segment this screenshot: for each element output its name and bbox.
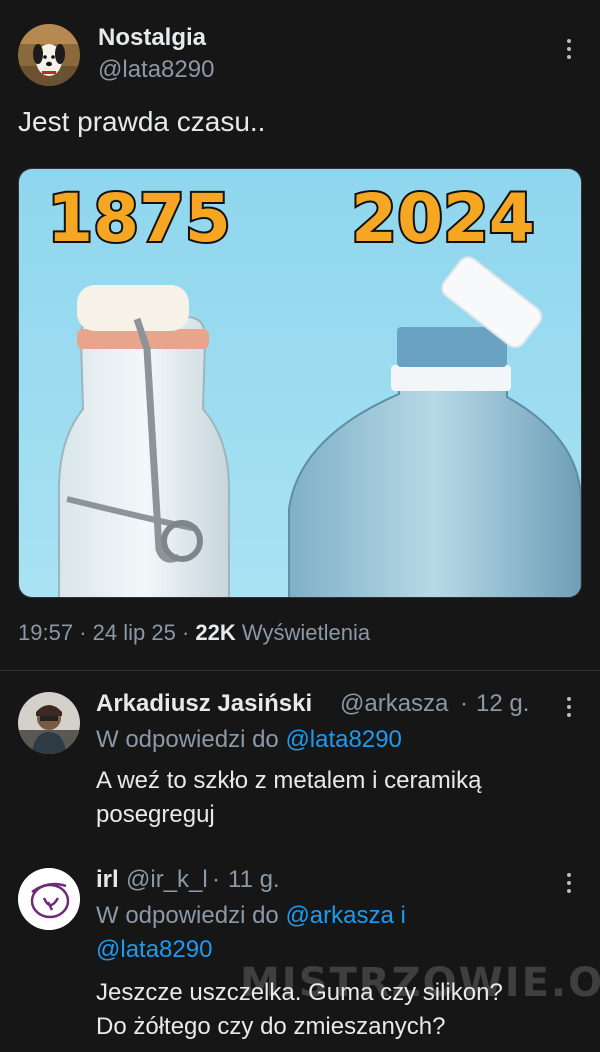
reply-2-text-line: Do żółtego czy do zmieszanych? [96, 1013, 446, 1040]
author-name[interactable]: Nostalgia [98, 24, 206, 52]
reply-1-text: A weź to szkło z metalem i ceramiką pose… [96, 764, 576, 832]
reply-2-text: Jeszcze uszczelka. Guma czy silikon? Do … [96, 976, 576, 1044]
meta-separator: · [181, 620, 196, 645]
bottles-comparison-image: 1875 2024 [19, 169, 581, 597]
reply-2-age[interactable]: 11 g. [228, 866, 280, 894]
views-count[interactable]: 22K [195, 620, 235, 645]
reply-2-avatar[interactable] [18, 868, 80, 930]
reply-1-text-line: A weź to szkło z metalem i ceramiką [96, 767, 482, 794]
reply-to-mention[interactable]: @arkasza [285, 902, 393, 929]
reply-1-avatar[interactable] [18, 692, 80, 754]
reply-2-reply-to-continued: @lata8290 [96, 936, 212, 964]
post-time[interactable]: 19:57 [18, 620, 73, 645]
reply-2-menu-more-vertical-icon[interactable] [558, 868, 580, 898]
reply-2-author-name[interactable]: irl [96, 866, 119, 894]
reply-2-reply-to: W odpowiedzi do @arkasza i [96, 902, 406, 930]
reply-1-age[interactable]: 12 g. [476, 690, 529, 718]
reply-1-text-line: posegreguj [96, 801, 215, 828]
post-text: Jest prawda czasu.. [18, 106, 266, 137]
meta-separator: · [79, 620, 93, 645]
reply-1-menu-more-vertical-icon[interactable] [558, 692, 580, 722]
author-avatar[interactable] [18, 24, 80, 86]
post-image[interactable]: 1875 2024 [18, 168, 582, 598]
reply-2-text-line: Jeszcze uszczelka. Guma czy silikon? [96, 979, 503, 1006]
reply-1-author-handle[interactable]: @arkasza [340, 690, 448, 718]
reply-2-author-handle[interactable]: @ir_k_l [126, 866, 208, 894]
author-handle[interactable]: @lata8290 [98, 56, 214, 84]
image-year-right: 2024 [351, 180, 535, 257]
reply-2-dot: · [212, 866, 220, 893]
post-menu-more-vertical-icon[interactable] [558, 34, 580, 64]
image-year-left: 1875 [47, 180, 231, 257]
reply-1-dot: · [460, 690, 468, 717]
views-label[interactable]: Wyświetlenia [242, 620, 370, 645]
reply-1-reply-to: W odpowiedzi do @lata8290 [96, 726, 402, 754]
reply-to-mention[interactable]: @lata8290 [285, 726, 401, 753]
reply-1-author-name[interactable]: Arkadiusz Jasiński [96, 690, 312, 718]
reply-to-prefix: W odpowiedzi do [96, 726, 279, 753]
reply-to-joiner: i [400, 902, 406, 929]
reply-to-mention[interactable]: @lata8290 [96, 936, 212, 963]
reply-to-prefix: W odpowiedzi do [96, 902, 279, 929]
divider [0, 670, 600, 671]
post-meta: 19:57 · 24 lip 25 · 22K Wyświetlenia [18, 620, 370, 646]
post-date[interactable]: 24 lip 25 [93, 620, 176, 645]
